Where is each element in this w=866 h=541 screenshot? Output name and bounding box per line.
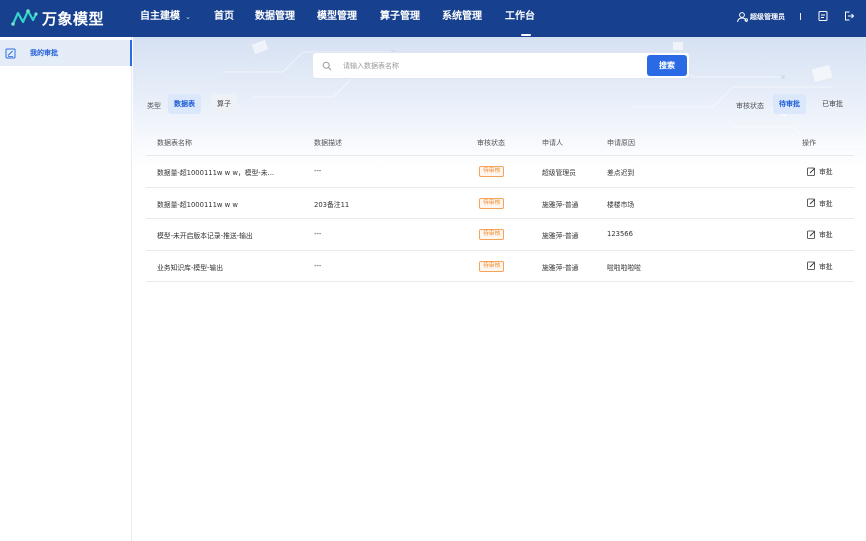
nav-item-label: 首页 xyxy=(214,11,234,22)
nav-item-operator-management[interactable]: 算子管理 xyxy=(380,0,442,37)
search-icon xyxy=(322,61,332,70)
search-input[interactable] xyxy=(343,61,633,70)
user-icon xyxy=(737,12,748,23)
cell-description: 203备注11 xyxy=(314,200,350,209)
edit-icon xyxy=(807,198,816,207)
nav-item-home[interactable]: 首页 xyxy=(214,0,255,37)
cell-reason: 楼楼市场 xyxy=(607,200,635,209)
user-name: 超级管理员 xyxy=(750,13,785,21)
cell-applicant: 超级管理员 xyxy=(542,169,576,177)
status-badge: 待审核 xyxy=(479,260,505,272)
chip-label: 数据表 xyxy=(174,100,195,108)
sidebar-item-label: 我的审批 xyxy=(30,49,58,57)
cell-description: --- xyxy=(314,230,322,238)
type-option-operator[interactable]: 算子 xyxy=(211,94,237,114)
column-header-action: 操作 xyxy=(802,139,816,147)
edit-icon xyxy=(807,230,816,239)
approval-table: 数据表名称 数据描述 审核状态 申请人 申请原因 操作 数据量-超1000111… xyxy=(146,129,854,282)
nav-item-model-management[interactable]: 模型管理 xyxy=(317,0,380,37)
approve-button[interactable]: 审批 xyxy=(807,229,833,239)
action-label: 审批 xyxy=(819,168,833,176)
column-header-status: 审核状态 xyxy=(477,139,505,147)
table-header: 数据表名称 数据描述 审核状态 申请人 申请原因 操作 xyxy=(146,129,854,156)
search-button[interactable]: 搜索 xyxy=(647,55,687,76)
table-row: 数据量-超1000111w w w，模型-未... --- 待审核 超级管理员 … xyxy=(146,156,854,188)
table-row: 业务知识库-模型-输出 --- 待审核 施雅萍-普通 啦啦啦啦啦 审批 xyxy=(146,251,854,282)
main-nav: 自主建模 ⌄ 首页 数据管理 模型管理 算子管理 系统管理 工作台 xyxy=(140,0,547,37)
top-navbar: 万象模型 自主建模 ⌄ 首页 数据管理 模型管理 算子管理 系统管理 工作台 超级… xyxy=(0,0,866,37)
cell-name: 模型-未开启版本记录-推送-输出 xyxy=(157,232,253,240)
status-badge: 待审核 xyxy=(479,197,505,209)
app-logo[interactable]: 万象模型 xyxy=(11,7,104,29)
edit-icon xyxy=(807,167,816,176)
cell-description: --- xyxy=(314,261,322,270)
cell-description: --- xyxy=(314,167,322,175)
status-badge: 待审核 xyxy=(479,229,505,240)
sidebar-item-my-approval[interactable]: 我的审批 xyxy=(0,40,132,66)
logo-text: 万象模型 xyxy=(42,9,105,28)
chip-label: 待审批 xyxy=(779,100,800,108)
nav-item-label: 模型管理 xyxy=(317,11,357,22)
status-option-approved[interactable]: 已审批 xyxy=(816,94,849,114)
chip-label: 算子 xyxy=(217,100,231,108)
column-header-description: 数据描述 xyxy=(314,139,342,147)
column-header-applicant: 申请人 xyxy=(542,139,563,147)
nav-item-modeling[interactable]: 自主建模 ⌄ xyxy=(140,0,214,37)
nav-item-label: 工作台 xyxy=(505,11,535,22)
nav-item-label: 数据管理 xyxy=(255,11,295,22)
column-header-reason: 申请原因 xyxy=(607,139,635,147)
nav-item-workbench[interactable]: 工作台 xyxy=(505,0,547,37)
cell-applicant: 施雅萍-普通 xyxy=(542,263,579,272)
chip-label: 已审批 xyxy=(822,100,843,108)
type-filter-label: 类型 xyxy=(147,102,161,110)
chevron-down-icon: ⌄ xyxy=(185,13,191,21)
logout-icon[interactable] xyxy=(843,10,855,22)
table-row: 模型-未开启版本记录-推送-输出 --- 待审核 施雅萍-普通 123566 审… xyxy=(146,219,854,251)
cell-reason: 差点迟到 xyxy=(607,169,635,177)
nav-item-label: 自主建模 xyxy=(140,11,180,22)
table-row: 数据量-超1000111w w w 203备注11 待审核 施雅萍-普通 楼楼市… xyxy=(146,188,854,219)
approve-button[interactable]: 审批 xyxy=(807,198,833,208)
logo-mark-icon xyxy=(11,9,38,26)
cell-reason: 啦啦啦啦啦 xyxy=(607,263,641,272)
cell-name: 数据量-超1000111w w w，模型-未... xyxy=(157,169,275,177)
action-label: 审批 xyxy=(819,262,833,271)
edit-icon xyxy=(807,261,816,270)
search-bar: 搜索 xyxy=(312,52,690,79)
action-label: 审批 xyxy=(819,199,833,208)
nav-item-data-management[interactable]: 数据管理 xyxy=(255,0,317,37)
nav-item-label: 系统管理 xyxy=(442,11,482,22)
approve-button[interactable]: 审批 xyxy=(807,261,833,271)
cell-reason: 123566 xyxy=(607,230,633,238)
nav-item-system-management[interactable]: 系统管理 xyxy=(442,0,505,37)
approve-button[interactable]: 审批 xyxy=(807,166,833,176)
approval-icon xyxy=(5,48,16,58)
action-label: 审批 xyxy=(819,231,833,239)
status-filter-label: 审核状态 xyxy=(736,102,764,110)
divider xyxy=(800,13,801,20)
document-icon[interactable] xyxy=(817,10,829,22)
main-content: 搜索 类型 数据表 算子 审核状态 待审批 已审批 数据表名称 数据描述 审核状… xyxy=(133,37,866,541)
type-option-datatable[interactable]: 数据表 xyxy=(168,94,201,114)
cell-applicant: 施雅萍-普通 xyxy=(542,200,579,209)
nav-item-label: 算子管理 xyxy=(380,11,420,22)
status-badge: 待审核 xyxy=(479,166,505,177)
cell-applicant: 施雅萍-普通 xyxy=(542,232,579,240)
column-header-name: 数据表名称 xyxy=(157,139,192,147)
sidebar: 我的审批 xyxy=(0,37,132,541)
status-option-pending[interactable]: 待审批 xyxy=(773,94,806,114)
cell-name: 数据量-超1000111w w w xyxy=(157,200,238,209)
user-menu[interactable]: 超级管理员 xyxy=(736,10,785,24)
cell-name: 业务知识库-模型-输出 xyxy=(157,263,224,272)
